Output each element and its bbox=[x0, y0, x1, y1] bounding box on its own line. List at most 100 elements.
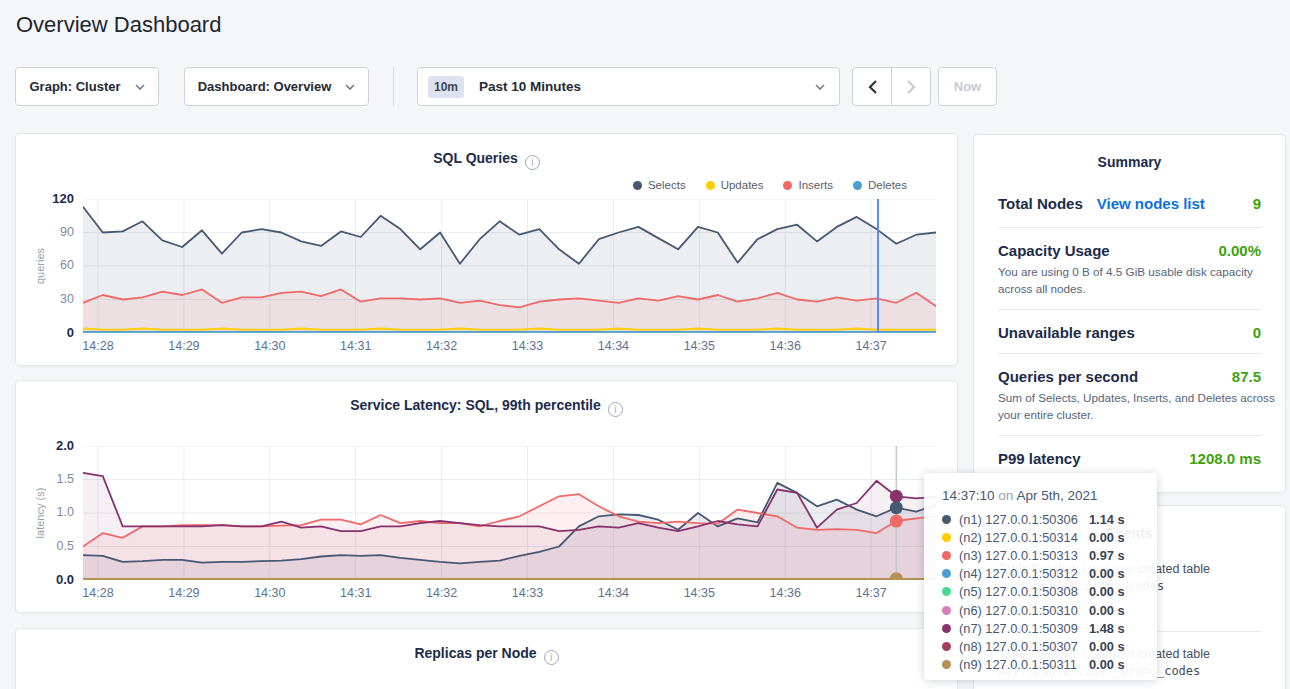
x-tick-label: 14:28 bbox=[68, 339, 128, 353]
series-color-dot bbox=[942, 551, 951, 560]
legend-item[interactable]: Deletes bbox=[853, 179, 907, 191]
tooltip-node-id: (n6) 127.0.0.1:50310 bbox=[959, 603, 1083, 618]
next-time-button[interactable] bbox=[892, 68, 930, 105]
series-color-dot bbox=[942, 569, 951, 578]
chart-title: SQL Queries i bbox=[16, 150, 957, 170]
series-color-dot bbox=[942, 642, 951, 651]
y-tick-label: 2.0 bbox=[26, 438, 74, 453]
info-icon[interactable]: i bbox=[525, 155, 540, 170]
series-color-dot bbox=[942, 533, 951, 542]
service-latency-chart[interactable] bbox=[83, 446, 936, 580]
tooltip-node-value: 0.00 s bbox=[1089, 639, 1125, 654]
tooltip-node-id: (n8) 127.0.0.1:50307 bbox=[959, 639, 1083, 654]
qps-value: 87.5 bbox=[1232, 368, 1261, 385]
dashboard-dropdown-label: Dashboard: Overview bbox=[198, 79, 332, 94]
tooltip-node-id: (n2) 127.0.0.1:50314 bbox=[959, 530, 1083, 545]
p99-latency-value: 1208.0 ms bbox=[1189, 450, 1261, 467]
tooltip-node-row: (n9) 127.0.0.1:503110.00 s bbox=[942, 656, 1157, 674]
tooltip-node-value: 0.00 s bbox=[1089, 566, 1125, 581]
chart-title: Replicas per Node i bbox=[16, 645, 957, 665]
summary-title: Summary bbox=[974, 154, 1285, 170]
info-icon[interactable]: i bbox=[608, 402, 623, 417]
unavailable-ranges-value: 0 bbox=[1253, 324, 1261, 341]
dashboard-dropdown[interactable]: Dashboard: Overview bbox=[184, 67, 369, 106]
graph-dropdown[interactable]: Graph: Cluster bbox=[15, 67, 159, 106]
time-arrows bbox=[852, 67, 931, 106]
tooltip-timestamp: 14:37:10 on Apr 5th, 2021 bbox=[942, 488, 1157, 503]
service-latency-panel: Service Latency: SQL, 99th percentilei l… bbox=[15, 380, 958, 613]
qps-label: Queries per second bbox=[998, 368, 1138, 385]
x-tick-label: 14:32 bbox=[412, 339, 472, 353]
series-color-dot bbox=[942, 515, 951, 524]
summary-unavailable: Unavailable ranges 0 bbox=[998, 310, 1261, 354]
x-tick-label: 14:31 bbox=[326, 586, 386, 600]
summary-capacity: Capacity Usage 0.00% You are using 0 B o… bbox=[998, 228, 1261, 310]
sql-queries-chart[interactable] bbox=[83, 199, 936, 333]
tooltip-node-row: (n7) 127.0.0.1:503091.48 s bbox=[942, 619, 1157, 637]
chevron-right-icon bbox=[907, 80, 916, 94]
summary-total-nodes: Total Nodes View nodes list 9 bbox=[998, 170, 1261, 228]
tooltip-node-value: 1.14 s bbox=[1089, 512, 1125, 527]
y-tick-label: 1.5 bbox=[26, 472, 74, 486]
legend-item[interactable]: Updates bbox=[706, 179, 764, 191]
y-tick-label: 120 bbox=[26, 191, 74, 206]
series-color-dot bbox=[942, 587, 951, 596]
chart-title-text: Replicas per Node bbox=[414, 645, 536, 661]
tooltip-node-value: 0.00 s bbox=[1089, 603, 1125, 618]
legend-item[interactable]: Inserts bbox=[783, 179, 833, 191]
tooltip-node-id: (n4) 127.0.0.1:50312 bbox=[959, 566, 1083, 581]
x-tick-label: 14:35 bbox=[669, 586, 729, 600]
chart-legend: Selects Updates Inserts Deletes bbox=[633, 179, 907, 191]
x-tick-label: 14:33 bbox=[497, 586, 557, 600]
series-color-dot bbox=[942, 624, 951, 633]
chevron-down-icon bbox=[815, 84, 825, 90]
tooltip-node-value: 0.97 s bbox=[1089, 548, 1125, 563]
tooltip-node-row: (n3) 127.0.0.1:50313 0.97 s bbox=[942, 546, 1157, 564]
chart-title: Service Latency: SQL, 99th percentile i bbox=[16, 397, 957, 417]
y-tick-label: 60 bbox=[26, 258, 74, 272]
y-tick-label: 0 bbox=[26, 325, 74, 340]
time-range-badge: 10m bbox=[428, 76, 464, 98]
now-button[interactable]: Now bbox=[938, 67, 997, 106]
chart-title-text: SQL Queries bbox=[433, 150, 518, 166]
x-tick-label: 14:36 bbox=[755, 586, 815, 600]
time-range-label: Past 10 Minutes bbox=[479, 79, 581, 94]
chevron-down-icon bbox=[345, 84, 355, 90]
capacity-desc: You are using 0 B of 4.5 GiB usable disk… bbox=[998, 263, 1290, 297]
tooltip-node-id: (n9) 127.0.0.1:50311 bbox=[959, 657, 1083, 672]
prev-time-button[interactable] bbox=[853, 68, 892, 105]
chart-title-text: Service Latency: SQL, 99th percentile bbox=[350, 397, 601, 413]
info-icon[interactable]: i bbox=[544, 650, 559, 665]
tooltip-node-id: (n7) 127.0.0.1:50309 bbox=[959, 621, 1083, 636]
y-tick-label: 1.0 bbox=[26, 505, 74, 519]
sql-queries-panel: SQL Queries i Selects Updates Inserts Delete… bbox=[15, 133, 958, 366]
y-tick-label: 30 bbox=[26, 292, 74, 306]
page-title: Overview Dashboard bbox=[16, 12, 221, 38]
x-tick-label: 14:29 bbox=[154, 586, 214, 600]
x-tick-label: 14:34 bbox=[583, 339, 643, 353]
x-tick-label: 14:36 bbox=[755, 339, 815, 353]
series-color-dot bbox=[942, 660, 951, 669]
tooltip-node-value: 0.00 s bbox=[1089, 584, 1125, 599]
legend-dot bbox=[706, 181, 715, 190]
x-tick-label: 14:35 bbox=[669, 339, 729, 353]
tooltip-node-value: 0.00 s bbox=[1089, 530, 1125, 545]
x-tick-label: 14:30 bbox=[240, 339, 300, 353]
tooltip-node-row: (n6) 127.0.0.1:50310 0.00 s bbox=[942, 601, 1157, 619]
view-nodes-list-link[interactable]: View nodes list bbox=[1097, 195, 1205, 212]
x-tick-label: 14:37 bbox=[841, 339, 901, 353]
capacity-value: 0.00% bbox=[1218, 242, 1261, 259]
x-tick-label: 14:31 bbox=[326, 339, 386, 353]
tooltip-node-row: (n1) 127.0.0.1:503061.14 s bbox=[942, 510, 1157, 528]
chart-hover-tooltip: 14:37:10 on Apr 5th, 2021 (n1) 127.0.0.1… bbox=[924, 473, 1157, 680]
legend-item[interactable]: Selects bbox=[633, 179, 686, 191]
unavailable-ranges-label: Unavailable ranges bbox=[998, 324, 1135, 341]
tooltip-node-id: (n3) 127.0.0.1:50313 bbox=[959, 548, 1083, 563]
divider bbox=[393, 67, 394, 106]
p99-latency-label: P99 latency bbox=[998, 450, 1081, 467]
summary-panel: Summary Total Nodes View nodes list 9 Ca… bbox=[973, 134, 1286, 493]
y-tick-label: 0.0 bbox=[26, 572, 74, 587]
tooltip-node-row: (n8) 127.0.0.1:50307 0.00 s bbox=[942, 637, 1157, 655]
legend-dot bbox=[853, 181, 862, 190]
time-range-picker[interactable]: 10m Past 10 Minutes bbox=[417, 67, 840, 106]
